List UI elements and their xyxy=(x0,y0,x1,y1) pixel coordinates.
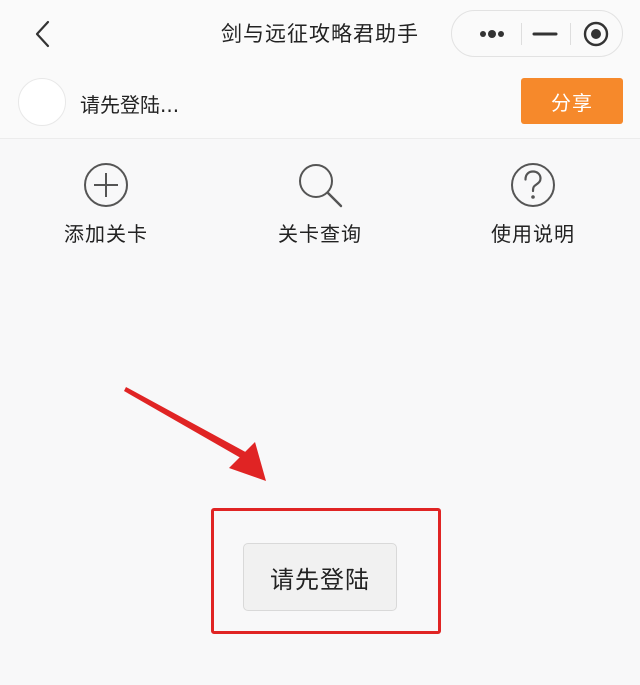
search-icon xyxy=(299,164,343,208)
instructions-label: 使用说明 xyxy=(491,222,575,246)
add-level-button[interactable]: 添加关卡 xyxy=(31,160,181,260)
instructions-button[interactable]: 使用说明 xyxy=(458,160,608,260)
more-button[interactable] xyxy=(462,11,520,56)
target-close-icon xyxy=(583,21,609,47)
avatar[interactable] xyxy=(18,78,66,126)
help-circle-icon xyxy=(511,163,555,207)
capsule-divider xyxy=(570,23,571,45)
minimize-icon xyxy=(532,32,558,36)
login-button[interactable]: 请先登陆 xyxy=(243,543,397,611)
minimize-button[interactable] xyxy=(525,11,565,56)
navigation-bar: 剑与远征攻略君助手 xyxy=(0,0,640,68)
plus-circle-icon xyxy=(84,163,128,207)
share-button[interactable]: 分享 xyxy=(521,78,623,124)
add-level-label: 添加关卡 xyxy=(64,222,148,246)
capsule-divider xyxy=(521,23,522,45)
capsule-menu xyxy=(451,10,623,57)
close-button[interactable] xyxy=(576,11,616,56)
level-search-button[interactable]: 关卡查询 xyxy=(245,160,395,260)
level-search-label: 关卡查询 xyxy=(278,222,362,246)
user-header: 请先登陆... 分享 xyxy=(0,68,640,139)
user-name: 请先登陆... xyxy=(80,93,180,117)
